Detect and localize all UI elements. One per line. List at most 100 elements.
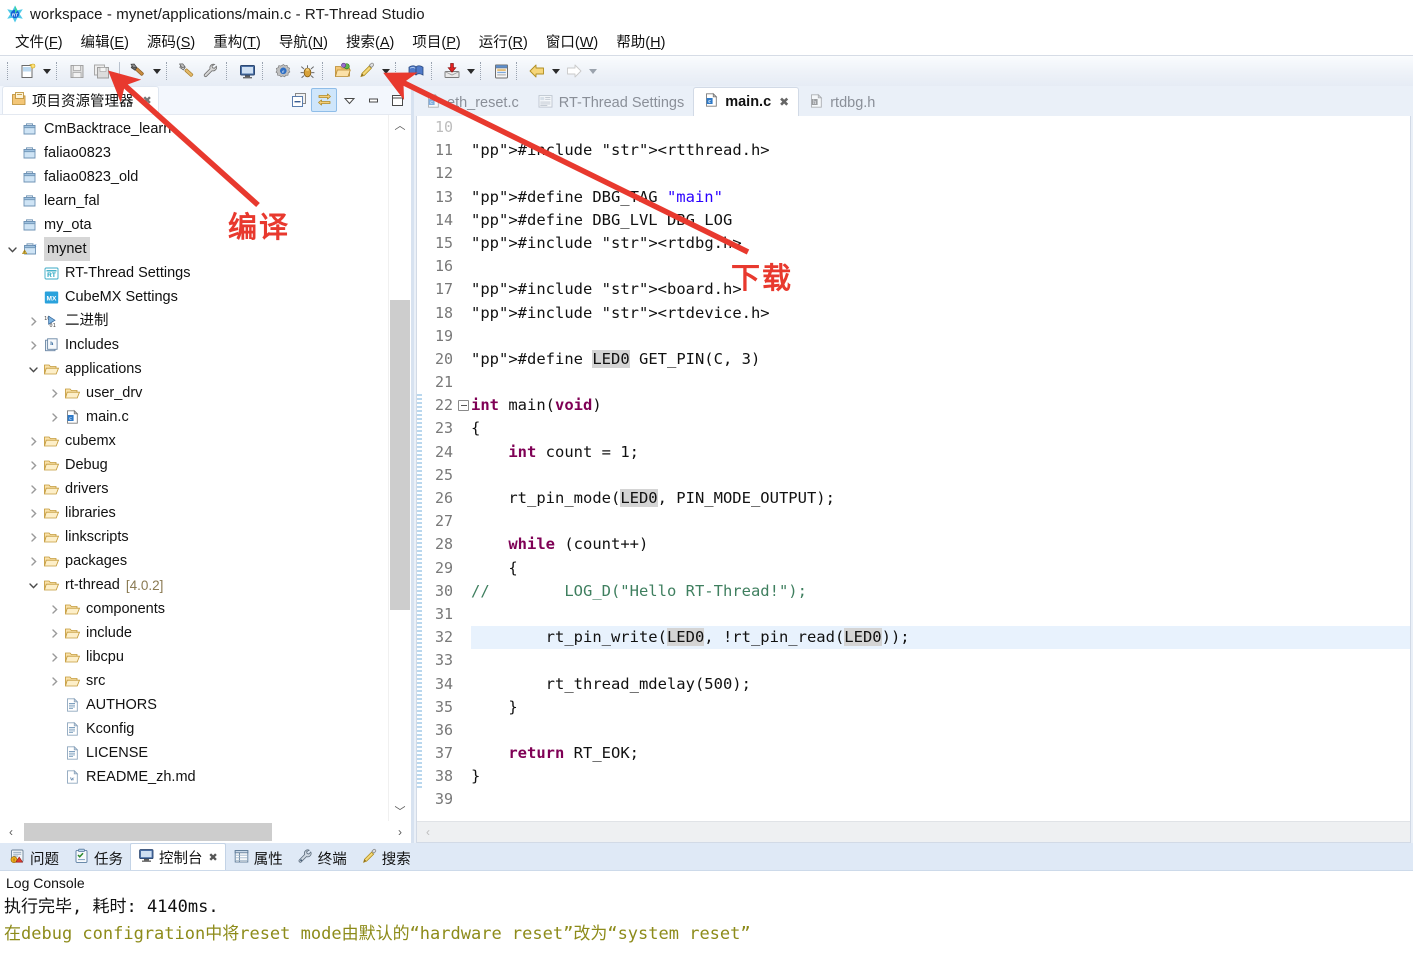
- minimize-view-button[interactable]: [361, 89, 385, 111]
- tree-item-cubemx-settings[interactable]: MXCubeMX Settings: [0, 285, 389, 309]
- tree-item-my-ota[interactable]: my_ota: [0, 213, 389, 237]
- source-code-text[interactable]: "pp">#include "str"><rtthread.h> "pp">#d…: [471, 116, 1410, 821]
- tree-item-debug[interactable]: Debug: [0, 453, 389, 477]
- save-all-button[interactable]: [89, 59, 113, 83]
- code-line[interactable]: [471, 649, 1410, 672]
- close-icon[interactable]: ✖: [143, 94, 152, 107]
- build-config-button[interactable]: [199, 59, 223, 83]
- chevron-right-icon[interactable]: [25, 309, 41, 333]
- code-line[interactable]: {: [471, 417, 1410, 440]
- new-file-dropdown[interactable]: [40, 60, 53, 82]
- chevron-right-icon[interactable]: [25, 453, 41, 477]
- bottom-tab-search[interactable]: 搜索: [354, 846, 418, 870]
- menu-project[interactable]: 项目(P): [403, 29, 469, 54]
- chevron-right-icon[interactable]: [25, 525, 41, 549]
- menu-source[interactable]: 源码(S): [138, 29, 204, 54]
- code-line[interactable]: "pp">#include "str"><rtdevice.h>: [471, 302, 1410, 325]
- tree-item-linkscripts[interactable]: linkscripts: [0, 525, 389, 549]
- build-dropdown[interactable]: [150, 60, 163, 82]
- tree-item-cubemx[interactable]: cubemx: [0, 429, 389, 453]
- menu-search[interactable]: 搜索(A): [337, 29, 403, 54]
- marker-button[interactable]: [355, 59, 379, 83]
- tree-item-src[interactable]: src: [0, 669, 389, 693]
- collapse-all-button[interactable]: [287, 89, 311, 111]
- chevron-down-icon[interactable]: [25, 357, 41, 381]
- code-line[interactable]: {: [471, 557, 1410, 580]
- tree-item-user-drv[interactable]: user_drv: [0, 381, 389, 405]
- chevron-right-icon[interactable]: [25, 333, 41, 357]
- tree-item-mynet[interactable]: c mynet: [0, 237, 389, 261]
- tree-item-learn-fal[interactable]: learn_fal: [0, 189, 389, 213]
- project-tree[interactable]: CmBacktrace_learn faliao0823 faliao0823_…: [0, 115, 389, 821]
- code-line[interactable]: "pp">#define DBG_TAG "main": [471, 186, 1410, 209]
- maximize-view-button[interactable]: [385, 89, 409, 111]
- chevron-right-icon[interactable]: [25, 501, 41, 525]
- scroll-left-icon[interactable]: ‹: [417, 825, 439, 839]
- code-line[interactable]: // LOG_D("Hello RT-Thread!");: [471, 580, 1410, 603]
- forward-dropdown[interactable]: [586, 60, 599, 82]
- download-dropdown[interactable]: [464, 60, 477, 82]
- tree-item-applications[interactable]: applications: [0, 357, 389, 381]
- code-line[interactable]: "pp">#include "str"><rtthread.h>: [471, 139, 1410, 162]
- explorer-scroll-thumb[interactable]: [390, 300, 410, 610]
- debug-button[interactable]: [295, 59, 319, 83]
- console-view-button[interactable]: [489, 59, 513, 83]
- code-line[interactable]: [471, 510, 1410, 533]
- menu-file[interactable]: 文件(F): [6, 29, 72, 54]
- code-line[interactable]: rt_pin_mode(LED0, PIN_MODE_OUTPUT);: [471, 487, 1410, 510]
- tree-item-cmbacktrace-learn[interactable]: CmBacktrace_learn: [0, 117, 389, 141]
- menu-run[interactable]: 运行(R): [470, 29, 537, 54]
- code-line[interactable]: [471, 255, 1410, 278]
- editor-horizontal-scrollbar[interactable]: ‹: [417, 821, 1410, 842]
- bookmark-button[interactable]: [404, 59, 428, 83]
- chevron-right-icon[interactable]: [46, 405, 62, 429]
- tree-item-include[interactable]: include: [0, 621, 389, 645]
- open-resource-button[interactable]: [331, 59, 355, 83]
- build-button[interactable]: [126, 59, 150, 83]
- tree-item-packages[interactable]: packages: [0, 549, 389, 573]
- folding-margin[interactable]: [457, 116, 471, 821]
- scroll-up-icon[interactable]: ︿: [389, 115, 411, 135]
- tree-item-libcpu[interactable]: libcpu: [0, 645, 389, 669]
- close-icon[interactable]: ✖: [779, 95, 789, 109]
- bottom-tab-terminal[interactable]: 终端: [290, 846, 354, 870]
- fold-collapse-icon[interactable]: [458, 400, 469, 411]
- scroll-right-icon[interactable]: ›: [389, 825, 411, 839]
- marker-dropdown[interactable]: [379, 60, 392, 82]
- tree-item-libraries[interactable]: libraries: [0, 501, 389, 525]
- chevron-down-icon[interactable]: [25, 573, 41, 597]
- code-line[interactable]: [471, 116, 1410, 139]
- link-with-editor-button[interactable]: [311, 88, 337, 112]
- code-line[interactable]: [471, 162, 1410, 185]
- code-line[interactable]: int main(void): [471, 394, 1410, 417]
- tree-item-components[interactable]: components: [0, 597, 389, 621]
- editor-tab-main-c[interactable]: cmain.c✖: [693, 87, 799, 116]
- explorer-hscroll-thumb[interactable]: [24, 823, 272, 841]
- forward-button[interactable]: [562, 59, 586, 83]
- chevron-right-icon[interactable]: [25, 549, 41, 573]
- menu-navigate[interactable]: 导航(N): [270, 29, 337, 54]
- tree-item-rt-thread-settings[interactable]: RTRT-Thread Settings: [0, 261, 389, 285]
- menu-window[interactable]: 窗口(W): [537, 29, 607, 54]
- code-line[interactable]: "pp">#define LED0 GET_PIN(C, 3): [471, 348, 1410, 371]
- code-line[interactable]: rt_thread_mdelay(500);: [471, 673, 1410, 696]
- download-button[interactable]: [440, 59, 464, 83]
- project-explorer-tab[interactable]: 项目资源管理器 ✖: [2, 86, 159, 115]
- chevron-right-icon[interactable]: [25, 429, 41, 453]
- bottom-tab-tasks[interactable]: 任务: [66, 846, 130, 870]
- chevron-right-icon[interactable]: [46, 669, 62, 693]
- chevron-down-icon[interactable]: [4, 237, 20, 261]
- chevron-right-icon[interactable]: [46, 645, 62, 669]
- tree-item-rt-thread[interactable]: rt-thread[4.0.2]: [0, 573, 389, 597]
- tree-item-readme-zh-md[interactable]: wREADME_zh.md: [0, 765, 389, 789]
- back-button[interactable]: [525, 59, 549, 83]
- code-line[interactable]: rt_pin_write(LED0, !rt_pin_read(LED0));: [471, 626, 1410, 649]
- chevron-right-icon[interactable]: [46, 621, 62, 645]
- explorer-vertical-scrollbar[interactable]: ︿ ﹀: [388, 115, 411, 821]
- editor-tab-rtdbg-h[interactable]: hrtdbg.h: [799, 90, 884, 116]
- run-button[interactable]: e: [271, 59, 295, 83]
- chevron-right-icon[interactable]: [46, 381, 62, 405]
- code-line[interactable]: "pp">#include "str"><board.h>: [471, 278, 1410, 301]
- code-line[interactable]: [471, 788, 1410, 811]
- chevron-right-icon[interactable]: [25, 477, 41, 501]
